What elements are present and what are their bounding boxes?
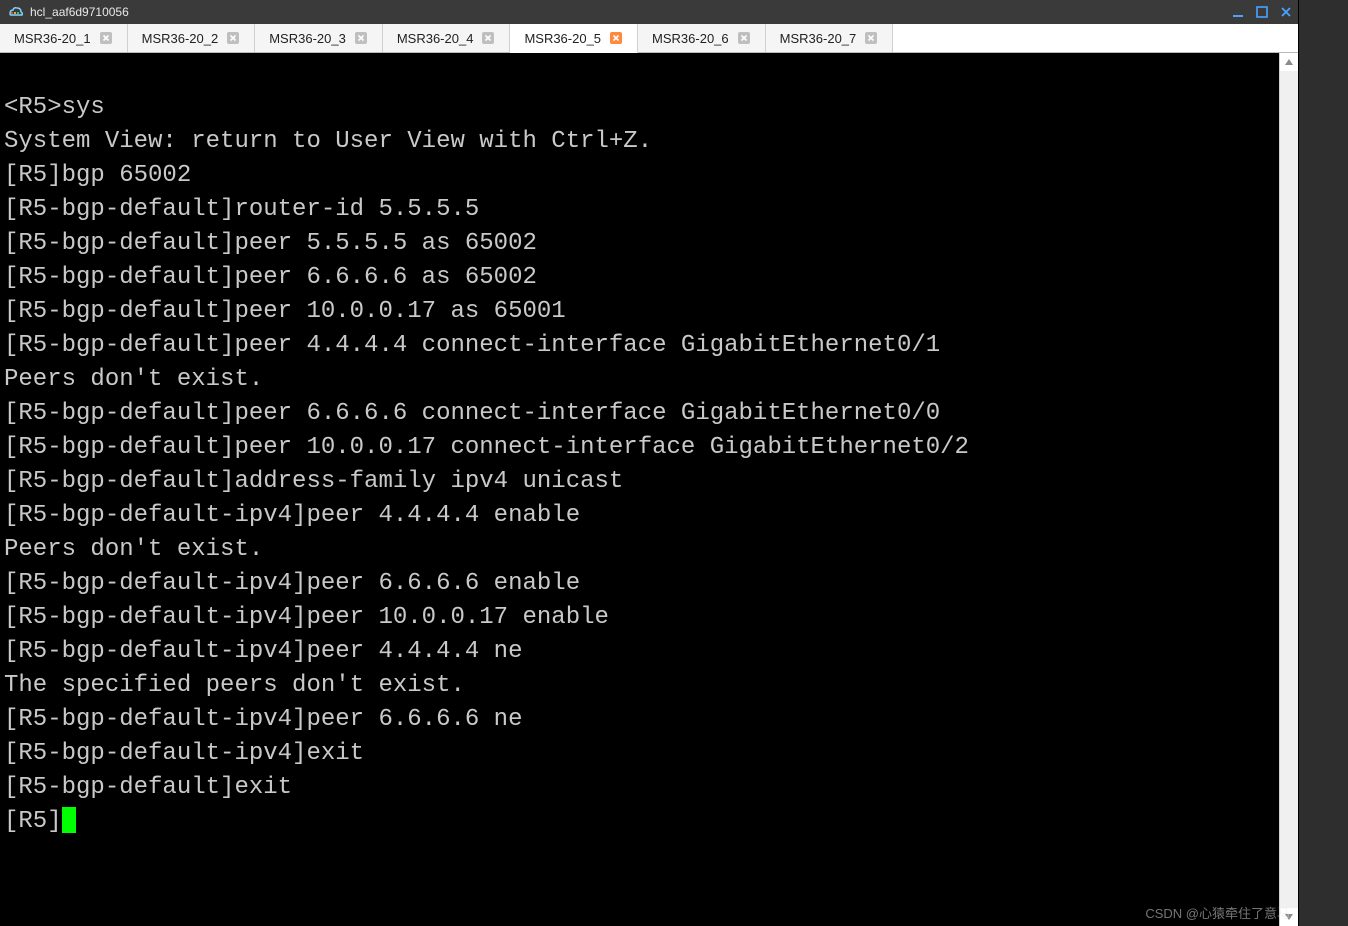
tab-MSR36-20_2[interactable]: MSR36-20_2 xyxy=(128,24,256,52)
scroll-up-icon[interactable] xyxy=(1280,53,1298,71)
terminal-cursor xyxy=(62,807,76,833)
tab-label: MSR36-20_3 xyxy=(269,31,346,46)
app-window: hcl_aaf6d9710056 MSR36-20_1MSR36-20_2MSR… xyxy=(0,0,1298,926)
tab-MSR36-20_3[interactable]: MSR36-20_3 xyxy=(255,24,383,52)
minimize-button[interactable] xyxy=(1226,2,1250,22)
terminal-prompt: [R5] xyxy=(4,808,62,835)
tab-close-icon[interactable] xyxy=(481,31,495,45)
tab-label: MSR36-20_2 xyxy=(142,31,219,46)
app-icon xyxy=(6,3,24,21)
tab-MSR36-20_5[interactable]: MSR36-20_5 xyxy=(510,24,638,53)
vertical-scrollbar[interactable] xyxy=(1279,53,1298,926)
tab-close-icon[interactable] xyxy=(864,31,878,45)
tab-label: MSR36-20_6 xyxy=(652,31,729,46)
tab-close-icon[interactable] xyxy=(99,31,113,45)
tab-close-icon[interactable] xyxy=(354,31,368,45)
tab-label: MSR36-20_4 xyxy=(397,31,474,46)
tab-label: MSR36-20_7 xyxy=(780,31,857,46)
maximize-button[interactable] xyxy=(1250,2,1274,22)
close-button[interactable] xyxy=(1274,2,1298,22)
terminal-output[interactable]: <R5>sys System View: return to User View… xyxy=(0,53,1279,926)
tab-bar: MSR36-20_1 MSR36-20_2 MSR36-20_3 MSR36-20_4… xyxy=(0,24,1298,53)
window-title: hcl_aaf6d9710056 xyxy=(30,5,1226,19)
scroll-track[interactable] xyxy=(1280,71,1298,908)
titlebar[interactable]: hcl_aaf6d9710056 xyxy=(0,0,1298,24)
tab-MSR36-20_6[interactable]: MSR36-20_6 xyxy=(638,24,766,52)
tab-close-icon[interactable] xyxy=(226,31,240,45)
terminal-area: <R5>sys System View: return to User View… xyxy=(0,53,1298,926)
tab-close-icon[interactable] xyxy=(737,31,751,45)
tab-label: MSR36-20_1 xyxy=(14,31,91,46)
tab-MSR36-20_4[interactable]: MSR36-20_4 xyxy=(383,24,511,52)
tab-label: MSR36-20_5 xyxy=(524,31,601,46)
scroll-down-icon[interactable] xyxy=(1280,908,1298,926)
tab-MSR36-20_1[interactable]: MSR36-20_1 xyxy=(0,24,128,52)
tab-close-icon[interactable] xyxy=(609,31,623,45)
tab-MSR36-20_7[interactable]: MSR36-20_7 xyxy=(766,24,894,52)
